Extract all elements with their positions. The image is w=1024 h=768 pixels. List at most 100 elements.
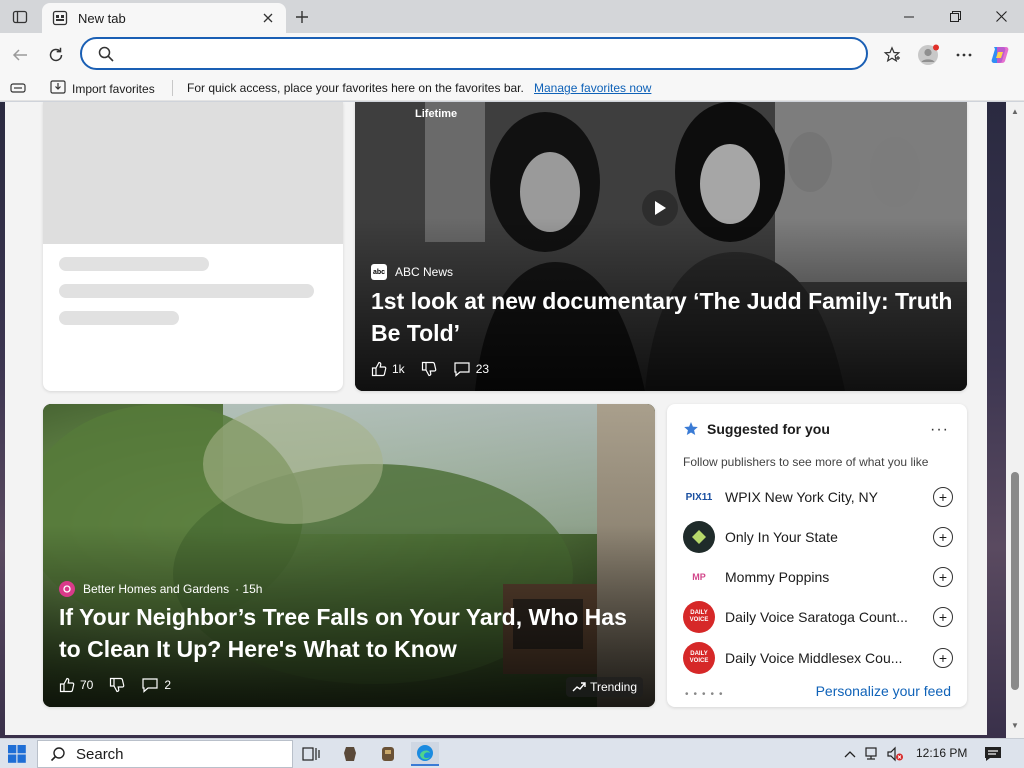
article-headline[interactable]: If Your Neighbor’s Tree Falls on Your Ya…: [59, 601, 639, 665]
windows-start-icon[interactable]: [8, 745, 28, 765]
publisher-suggestion: MP Mommy Poppins +: [683, 559, 953, 595]
news-card-trending[interactable]: Better Homes and Gardens · 15h If Your N…: [43, 404, 655, 707]
minimize-button[interactable]: [886, 0, 932, 33]
refresh-button[interactable]: [42, 41, 70, 69]
scroll-up-arrow-icon[interactable]: ▲: [1010, 106, 1020, 116]
dislike-button[interactable]: [421, 361, 437, 377]
follow-plus-button[interactable]: +: [933, 648, 953, 668]
video-source-label: Lifetime: [415, 108, 458, 120]
app-icon[interactable]: [375, 742, 401, 766]
tab-actions-icon[interactable]: [8, 6, 32, 28]
system-tray: [842, 739, 906, 768]
play-icon: [655, 201, 666, 215]
follow-plus-button[interactable]: +: [933, 527, 953, 547]
like-button[interactable]: 70: [59, 677, 93, 693]
better-homes-logo-icon: [59, 581, 75, 597]
search-icon: [50, 747, 65, 762]
daily-voice-logo-icon: DAILY VOICE: [683, 642, 715, 674]
tab-new-tab[interactable]: New tab: [42, 3, 286, 33]
publisher-name[interactable]: Daily Voice Middlesex Cou...: [725, 650, 915, 666]
comments-button[interactable]: 23: [453, 361, 489, 377]
follow-plus-button[interactable]: +: [933, 487, 953, 507]
trending-badge: Trending: [566, 677, 643, 697]
comment-count: 2: [164, 678, 172, 692]
scrollbar-thumb[interactable]: [1011, 472, 1019, 690]
thumbs-down-icon: [110, 677, 125, 693]
scroll-down-arrow-icon[interactable]: ▼: [1010, 720, 1020, 730]
publisher-suggestion: PIX11 WPIX New York City, NY +: [683, 479, 953, 515]
favorites-bar: Import favorites For quick access, place…: [0, 75, 1024, 101]
new-tab-button[interactable]: [290, 5, 314, 29]
personalize-feed-link[interactable]: Personalize your feed: [816, 683, 951, 699]
dislike-button[interactable]: [109, 677, 125, 693]
import-favorites-button[interactable]: Import favorites: [50, 80, 155, 97]
carousel-dots[interactable]: •••••: [685, 689, 728, 700]
app-icon[interactable]: [337, 742, 363, 766]
edge-browser-icon[interactable]: [411, 742, 439, 766]
publisher-name[interactable]: Daily Voice Saratoga Count...: [725, 609, 915, 625]
suggested-title: Suggested for you: [707, 421, 830, 437]
address-input[interactable]: [122, 44, 842, 64]
import-icon: [50, 80, 66, 97]
comment-icon: [142, 678, 158, 693]
tab-strip: New tab: [0, 0, 1024, 33]
more-menu-icon[interactable]: [950, 41, 978, 69]
close-window-button[interactable]: [978, 0, 1024, 33]
follow-plus-button[interactable]: +: [933, 567, 953, 587]
like-button[interactable]: 1k: [371, 361, 405, 377]
notifications-icon[interactable]: [980, 742, 1006, 766]
publisher-info[interactable]: abc ABC News: [371, 264, 453, 280]
close-tab-icon[interactable]: [260, 10, 276, 26]
more-options-icon[interactable]: ···: [930, 421, 949, 439]
thumbs-up-icon: [371, 361, 387, 377]
show-hidden-icons-chevron-icon[interactable]: [842, 750, 858, 758]
network-icon[interactable]: [862, 746, 884, 762]
article-age: · 15h: [235, 582, 263, 596]
publisher-info[interactable]: Better Homes and Gardens · 15h: [59, 581, 262, 597]
placeholder-line: [59, 257, 209, 271]
publisher-suggestion: DAILY VOICE Daily Voice Saratoga Count..…: [683, 599, 953, 635]
suggested-publishers-card: Suggested for you ··· Follow publishers …: [667, 404, 967, 707]
favorites-divider: [172, 80, 173, 96]
publisher-name: ABC News: [395, 265, 454, 279]
import-favorites-label: Import favorites: [72, 81, 155, 96]
manage-favorites-link[interactable]: Manage favorites now: [534, 81, 651, 95]
trending-arrow-icon: [572, 682, 586, 692]
task-view-icon[interactable]: [298, 742, 324, 766]
volume-muted-icon[interactable]: [884, 746, 906, 762]
page-scrollbar[interactable]: ▲ ▼: [1006, 102, 1024, 738]
profile-avatar[interactable]: [914, 41, 942, 69]
address-bar[interactable]: [80, 37, 868, 70]
publisher-name[interactable]: Only In Your State: [725, 529, 915, 545]
new-tab-content: Lifetime abc ABC News 1st look at new do…: [0, 102, 1024, 738]
copilot-icon[interactable]: [986, 41, 1014, 69]
window-controls: [886, 0, 1024, 33]
news-feed: Lifetime abc ABC News 1st look at new do…: [5, 102, 987, 735]
follow-plus-button[interactable]: +: [933, 607, 953, 627]
taskbar-search-box[interactable]: Search: [37, 740, 293, 768]
daily-voice-logo-icon: DAILY VOICE: [683, 601, 715, 633]
thumbs-up-icon: [59, 677, 75, 693]
comment-icon: [454, 362, 470, 377]
favorites-bar-toggle-icon[interactable]: [10, 81, 26, 98]
comments-button[interactable]: 2: [141, 677, 171, 693]
publisher-suggestion: Only In Your State +: [683, 519, 953, 555]
like-count: 1k: [392, 362, 405, 376]
restore-button[interactable]: [932, 0, 978, 33]
only-in-your-state-logo-icon: [683, 521, 715, 553]
publisher-name[interactable]: WPIX New York City, NY: [725, 489, 915, 505]
back-button[interactable]: [6, 41, 34, 69]
search-icon: [98, 46, 114, 65]
publisher-name[interactable]: Mommy Poppins: [725, 569, 915, 585]
abc-news-logo-icon: abc: [371, 264, 387, 280]
suggested-header: Suggested for you: [683, 421, 830, 437]
news-card-video[interactable]: Lifetime abc ABC News 1st look at new do…: [355, 102, 967, 391]
article-headline[interactable]: 1st look at new documentary ‘The Judd Fa…: [371, 285, 956, 349]
thumbs-down-icon: [421, 361, 437, 377]
loading-placeholder-card: [43, 102, 343, 391]
favorites-star-icon[interactable]: [878, 41, 906, 69]
comment-count: 23: [475, 362, 490, 376]
taskbar-clock[interactable]: 12:16 PM: [916, 746, 967, 760]
play-video-button[interactable]: [642, 190, 678, 226]
windows-taskbar: Search 12:16 PM: [0, 738, 1024, 768]
